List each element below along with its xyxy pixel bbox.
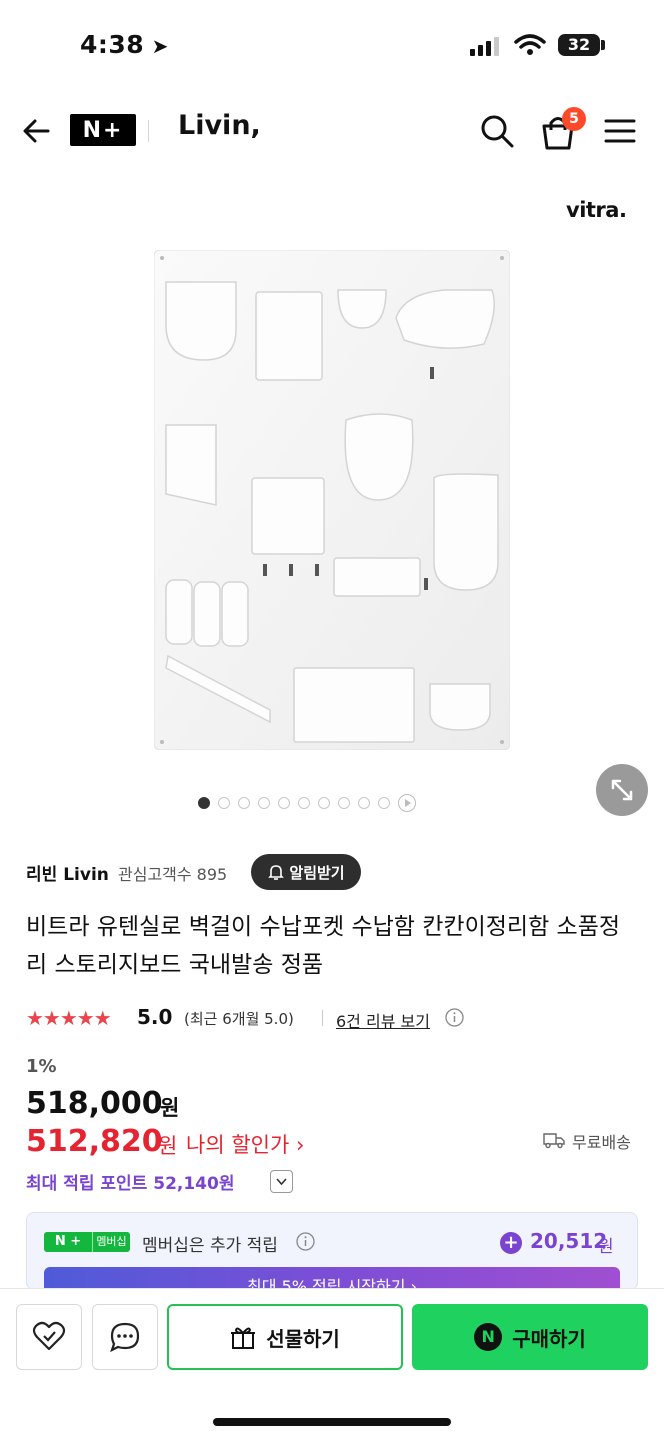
rating-recent: (최근 6개월 5.0) xyxy=(184,1010,294,1028)
wifi-icon xyxy=(514,34,546,55)
brand-logo: vitra. xyxy=(566,198,627,222)
talk-button[interactable] xyxy=(92,1304,158,1370)
plus-icon: + xyxy=(500,1232,522,1254)
cart-count-badge: 5 xyxy=(562,107,586,131)
gallery-dot[interactable] xyxy=(378,797,390,809)
home-indicator[interactable] xyxy=(213,1418,451,1426)
buy-label: 구매하기 xyxy=(512,1326,586,1351)
product-title: 비트라 유텐실로 벽걸이 수납포켓 수납함 칸칸이정리함 소품정리 스토리지보드… xyxy=(26,914,621,978)
gallery-dot[interactable] xyxy=(318,797,330,809)
membership-amount: 20,512 xyxy=(530,1229,608,1253)
header-divider xyxy=(148,120,149,142)
battery-indicator: 32 xyxy=(558,34,600,56)
notify-label: 알림받기 xyxy=(289,863,345,882)
follower-count: 관심고객수 895 xyxy=(118,865,228,884)
membership-badge-label: 멤버십 xyxy=(92,1232,130,1252)
sale-price-unit: 원 xyxy=(158,1134,178,1158)
menu-icon[interactable] xyxy=(604,118,636,144)
max-points: 최대 적립 포인트 52,140원 xyxy=(26,1174,235,1194)
product-image[interactable] xyxy=(154,250,510,750)
video-play-icon[interactable] xyxy=(398,794,416,812)
info-icon[interactable] xyxy=(445,1008,464,1027)
gallery-dot[interactable] xyxy=(218,797,230,809)
battery-cap xyxy=(601,40,605,50)
buy-button[interactable]: N 구매하기 xyxy=(412,1304,648,1370)
back-arrow-icon[interactable] xyxy=(20,114,54,148)
store-name[interactable]: 리빈 Livin xyxy=(26,860,109,885)
bell-icon xyxy=(268,865,285,880)
expand-icon xyxy=(611,779,633,801)
sale-price: 512,820 xyxy=(26,1124,163,1159)
membership-badge-logo: N + xyxy=(44,1232,92,1252)
expand-image-button[interactable] xyxy=(596,764,648,816)
rating-stars: ★★★★★ xyxy=(26,1006,112,1030)
gallery-dot[interactable] xyxy=(338,797,350,809)
truck-icon xyxy=(543,1133,565,1149)
gallery-dot[interactable] xyxy=(238,797,250,809)
review-link[interactable]: 6건 리뷰 보기 xyxy=(336,1008,430,1032)
gallery-dot[interactable] xyxy=(278,797,290,809)
chat-icon xyxy=(110,1322,140,1353)
wishlist-button[interactable] xyxy=(16,1304,82,1370)
rating-score: 5.0 xyxy=(137,1005,173,1029)
gift-icon xyxy=(231,1327,256,1349)
signal-icon xyxy=(470,37,499,56)
gallery-dot[interactable] xyxy=(358,797,370,809)
store-title[interactable]: Livin, xyxy=(178,110,261,141)
gallery-pagination[interactable] xyxy=(198,794,416,812)
original-price-unit: 원 xyxy=(160,1096,180,1120)
notify-button[interactable]: 알림받기 xyxy=(251,854,361,890)
membership-text: 멤버십은 추가 적립 xyxy=(142,1236,278,1256)
chevron-down-icon xyxy=(276,1178,287,1186)
location-arrow-icon: ➤ xyxy=(144,34,169,58)
gallery-dot[interactable] xyxy=(258,797,270,809)
search-icon[interactable] xyxy=(478,112,516,150)
points-toggle-button[interactable] xyxy=(270,1170,293,1193)
status-time: 4:38 ➤ xyxy=(80,30,169,59)
naver-pay-icon: N xyxy=(474,1323,503,1351)
info-icon[interactable] xyxy=(296,1232,315,1251)
gift-label: 선물하기 xyxy=(266,1326,340,1351)
gallery-dot[interactable] xyxy=(198,797,210,809)
discount-rate: 1% xyxy=(26,1056,57,1077)
original-price: 518,000 xyxy=(26,1086,163,1121)
heart-icon xyxy=(32,1321,66,1351)
rating-divider xyxy=(322,1010,323,1026)
membership-badge: N + 멤버십 xyxy=(44,1232,130,1252)
naver-plus-logo[interactable]: N+ xyxy=(70,114,136,146)
gift-button[interactable]: 선물하기 xyxy=(167,1304,403,1370)
membership-amount-unit: 원 xyxy=(598,1237,614,1257)
my-discount-link[interactable]: 나의 할인가 › xyxy=(186,1129,304,1159)
gallery-dot[interactable] xyxy=(298,797,310,809)
free-shipping-label: 무료배송 xyxy=(572,1133,631,1152)
